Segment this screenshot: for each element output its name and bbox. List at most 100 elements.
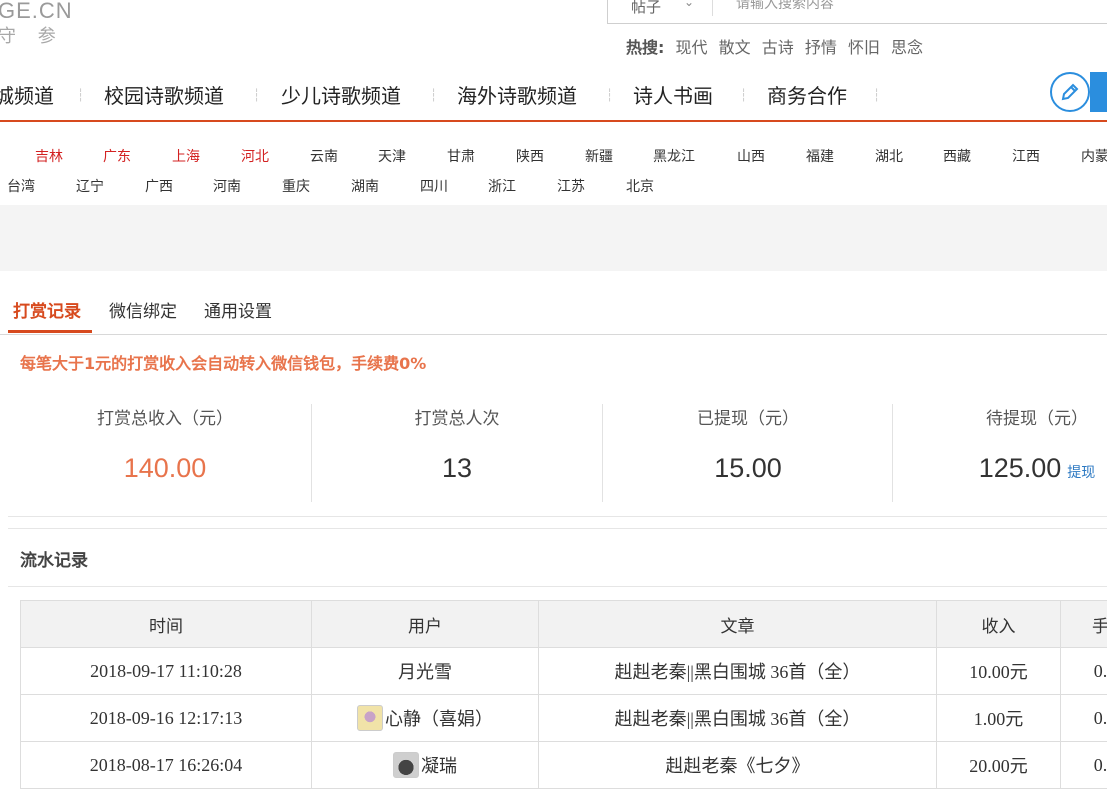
province-link[interactable]: 山西 xyxy=(737,146,765,166)
nav-separator: ┆ xyxy=(740,88,746,102)
province-link[interactable]: 黑龙江 xyxy=(653,146,695,166)
stat-value: 140.00 xyxy=(124,453,207,484)
nav-item[interactable]: 校园诗歌频道 xyxy=(104,80,224,109)
record-user: 凝瑞 xyxy=(312,742,539,789)
column-header: 文章 xyxy=(539,601,937,648)
nav-item[interactable]: 商务合作 xyxy=(767,80,847,109)
province-link[interactable]: 广东 xyxy=(103,146,131,166)
hot-term[interactable]: 散文 xyxy=(719,38,751,57)
reward-notice: 每笔大于1元的打赏收入会自动转入微信钱包，手续费0% xyxy=(20,350,426,374)
avatar[interactable] xyxy=(357,705,383,731)
province-link[interactable]: 福建 xyxy=(806,146,834,166)
table-row: 2018-09-16 12:17:13 心静（喜娟） 赳赳老秦||黑白围城 36… xyxy=(21,695,1107,742)
active-tab-indicator xyxy=(8,330,92,333)
nav-item[interactable]: 海外诗歌频道 xyxy=(457,80,577,109)
province-link[interactable]: 甘肃 xyxy=(447,146,475,166)
province-link[interactable]: 云南 xyxy=(310,146,338,166)
tab-reward-records[interactable]: 打赏记录 xyxy=(13,297,81,322)
province-link[interactable]: 广西 xyxy=(145,176,173,196)
nav-divider xyxy=(0,120,1107,122)
column-header: 手 xyxy=(1061,601,1107,648)
column-header: 收入 xyxy=(937,601,1061,648)
withdraw-link[interactable]: 提现 xyxy=(1067,465,1095,481)
stat-value: 13 xyxy=(442,453,472,484)
province-link[interactable]: 江西 xyxy=(1012,146,1040,166)
hot-search: 热搜: 现代 散文 古诗 抒情 怀旧 思念 xyxy=(626,34,923,58)
province-link[interactable]: 辽宁 xyxy=(76,176,104,196)
province-link[interactable]: 陕西 xyxy=(516,146,544,166)
nav-separator: ┆ xyxy=(873,88,879,102)
nav-separator: ┆ xyxy=(253,88,259,102)
province-link[interactable]: 湖南 xyxy=(351,176,379,196)
ledger-divider xyxy=(8,586,1107,587)
province-link[interactable]: 湖北 xyxy=(875,146,903,166)
record-fee: 0. xyxy=(1061,695,1107,742)
write-post-button[interactable] xyxy=(1050,72,1107,112)
article-link[interactable]: 赳赳老秦《七夕》 xyxy=(666,756,810,776)
province-link[interactable]: 上海 xyxy=(172,146,200,166)
tab-wechat-binding[interactable]: 微信绑定 xyxy=(109,297,177,322)
hot-term[interactable]: 抒情 xyxy=(805,38,837,57)
avatar[interactable] xyxy=(393,752,419,778)
province-link[interactable]: 重庆 xyxy=(282,176,310,196)
nav-item[interactable]: 诗人书画 xyxy=(633,80,713,109)
nav-item[interactable]: 少儿诗歌频道 xyxy=(281,80,401,109)
search-input[interactable] xyxy=(734,0,1088,16)
province-link[interactable]: 浙江 xyxy=(488,176,516,196)
stats-divider xyxy=(8,528,1107,529)
record-article: 赳赳老秦《七夕》 xyxy=(539,742,937,789)
nav-item[interactable]: 城频道 xyxy=(0,80,54,109)
province-link[interactable]: 台湾 xyxy=(7,176,35,196)
record-income: 10.00元 xyxy=(937,648,1061,695)
hot-term[interactable]: 古诗 xyxy=(762,38,794,57)
table-header-row: 时间 用户 文章 收入 手 xyxy=(21,601,1107,648)
record-time: 2018-09-16 12:17:13 xyxy=(21,695,312,742)
records-table: 时间 用户 文章 收入 手 2018-09-17 11:10:28 月光雪 赳赳… xyxy=(20,600,1107,789)
user-link[interactable]: 凝瑞 xyxy=(421,756,457,776)
site-logo[interactable]: GE.CN 守 参 与 xyxy=(0,0,88,46)
province-link[interactable]: 江苏 xyxy=(557,176,585,196)
record-fee: 0. xyxy=(1061,648,1107,695)
chevron-down-icon[interactable]: ⌄ xyxy=(684,0,694,9)
table-row: 2018-08-17 16:26:04 凝瑞 赳赳老秦《七夕》 20.00元 0… xyxy=(21,742,1107,789)
stat-pending: 待提现（元） 125.00提现 xyxy=(893,400,1107,504)
article-link[interactable]: 赳赳老秦||黑白围城 36首（全） xyxy=(615,709,861,729)
record-income: 20.00元 xyxy=(937,742,1061,789)
province-link[interactable]: 天津 xyxy=(378,146,406,166)
stat-value: 125.00 xyxy=(979,453,1062,484)
province-link[interactable]: 河南 xyxy=(213,176,241,196)
table-row: 2018-09-17 11:10:28 月光雪 赳赳老秦||黑白围城 36首（全… xyxy=(21,648,1107,695)
hot-term[interactable]: 现代 xyxy=(676,38,708,57)
search-divider xyxy=(712,0,713,16)
column-header: 用户 xyxy=(312,601,539,648)
province-link[interactable]: 河北 xyxy=(241,146,269,166)
hot-term[interactable]: 思念 xyxy=(891,38,923,57)
article-link[interactable]: 赳赳老秦||黑白围城 36首（全） xyxy=(615,662,861,682)
province-link[interactable]: 西藏 xyxy=(943,146,971,166)
record-article: 赳赳老秦||黑白围城 36首（全） xyxy=(539,648,937,695)
user-link[interactable]: 心静（喜娟） xyxy=(385,709,493,729)
pencil-icon xyxy=(1050,72,1090,112)
nav-separator: ┆ xyxy=(77,88,83,102)
stat-value: 15.00 xyxy=(714,453,782,484)
search-type-select[interactable]: 帖子 xyxy=(631,0,661,17)
logo-slogan: 守 参 与 xyxy=(0,22,88,46)
province-link[interactable]: 内蒙 xyxy=(1081,146,1107,166)
stat-label: 打赏总收入（元） xyxy=(20,404,310,429)
user-link[interactable]: 月光雪 xyxy=(398,662,452,682)
hot-term[interactable]: 怀旧 xyxy=(848,38,880,57)
tab-general-settings[interactable]: 通用设置 xyxy=(204,297,272,322)
record-income: 1.00元 xyxy=(937,695,1061,742)
province-link[interactable]: 北京 xyxy=(626,176,654,196)
stats-divider xyxy=(8,516,1107,517)
province-link[interactable]: 吉林 xyxy=(35,146,63,166)
record-fee: 0. xyxy=(1061,742,1107,789)
nav-separator: ┆ xyxy=(606,88,612,102)
search-box: 帖子 ⌄ xyxy=(607,0,1107,24)
record-user: 心静（喜娟） xyxy=(312,695,539,742)
record-time: 2018-08-17 16:26:04 xyxy=(21,742,312,789)
province-link[interactable]: 四川 xyxy=(420,176,448,196)
stat-withdrawn: 已提现（元） 15.00 xyxy=(603,400,893,504)
column-header: 时间 xyxy=(21,601,312,648)
province-link[interactable]: 新疆 xyxy=(585,146,613,166)
